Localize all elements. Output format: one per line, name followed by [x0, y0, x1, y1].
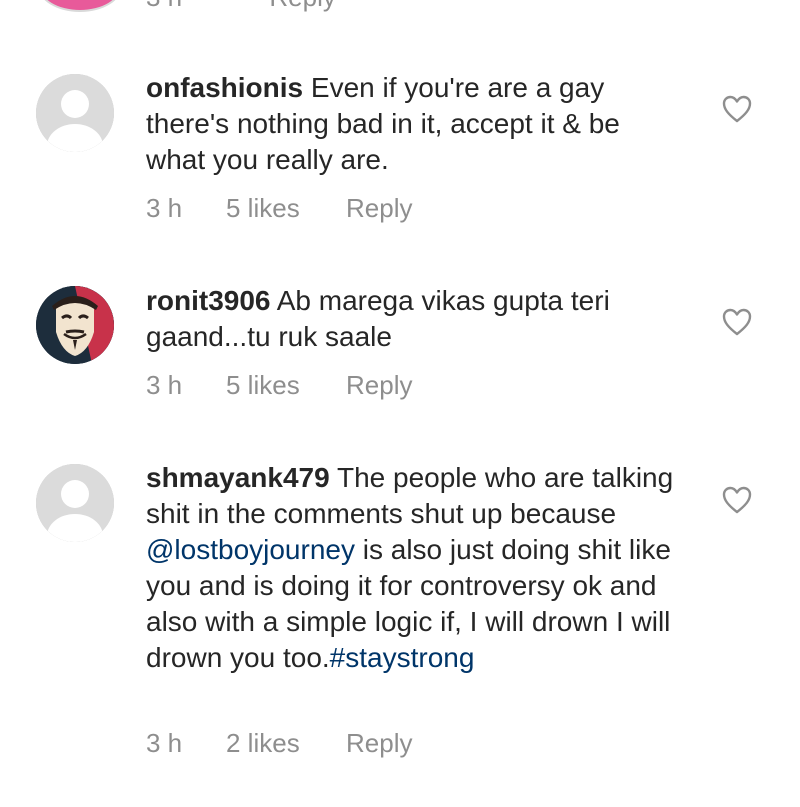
hashtag-link[interactable]: #staystrong — [330, 642, 475, 673]
default-avatar-icon — [36, 464, 114, 542]
comment-likes[interactable]: 5 likes — [226, 370, 346, 401]
reply-button[interactable]: Reply — [346, 193, 412, 224]
comment-meta: 3 h 5 likes Reply — [146, 370, 412, 401]
partial-comment: 3 h Reply — [0, 0, 800, 20]
avatar[interactable] — [36, 74, 114, 152]
comment-username[interactable]: onfashionis — [146, 72, 303, 103]
reply-button[interactable]: Reply — [346, 728, 412, 759]
heart-icon[interactable] — [722, 486, 752, 514]
comment-meta: 3 h 2 likes Reply — [146, 728, 412, 759]
comment-time: 3 h — [146, 193, 183, 223]
partial-meta: 3 h Reply — [146, 0, 336, 13]
comment-body: ronit3906 Ab marega vikas gupta teri gaa… — [146, 283, 686, 355]
comment-username[interactable]: shmayank479 — [146, 462, 330, 493]
reply-button[interactable]: Reply — [346, 370, 412, 401]
comment-username[interactable]: ronit3906 — [146, 285, 271, 316]
comment-likes[interactable]: 5 likes — [226, 193, 346, 224]
heart-icon[interactable] — [722, 308, 752, 336]
default-avatar-icon — [36, 74, 114, 152]
heart-icon[interactable] — [722, 95, 752, 123]
partial-reply-button[interactable]: Reply — [269, 0, 335, 12]
comment-body: onfashionis Even if you're are a gay the… — [146, 70, 686, 178]
avatar[interactable] — [36, 464, 114, 542]
comment-likes[interactable]: 2 likes — [226, 728, 346, 759]
guy-fawkes-mask-icon — [36, 286, 114, 364]
comment-time: 3 h — [146, 370, 183, 400]
mention-link[interactable]: @lostboyjourney — [146, 534, 355, 565]
partial-avatar[interactable] — [38, 0, 122, 12]
comment-meta: 3 h 5 likes Reply — [146, 193, 412, 224]
partial-time: 3 h — [146, 0, 182, 12]
comment-body: shmayank479 The people who are talking s… — [146, 460, 686, 676]
comment-time: 3 h — [146, 728, 183, 758]
avatar[interactable] — [36, 286, 114, 364]
